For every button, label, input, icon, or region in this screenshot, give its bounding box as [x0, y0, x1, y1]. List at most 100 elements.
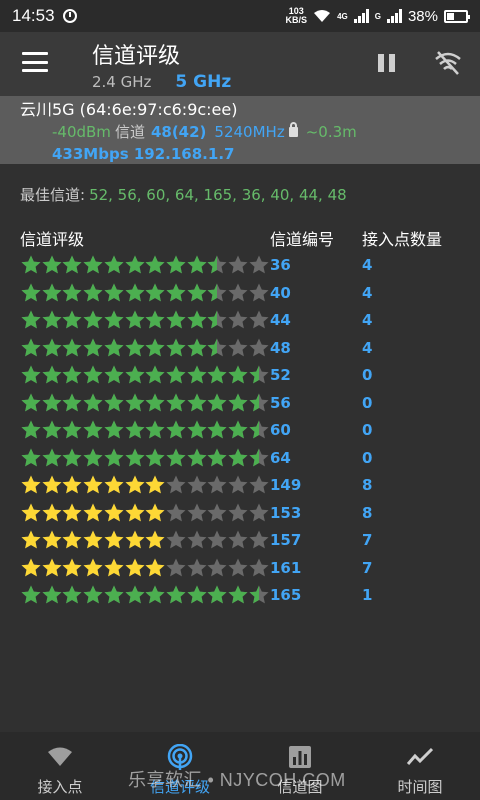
- channel-number: 157: [270, 531, 302, 549]
- star-empty-icon: [228, 310, 248, 329]
- star-full-icon: [21, 255, 41, 274]
- star-full-icon: [166, 420, 186, 439]
- ap-count: 0: [362, 393, 373, 412]
- ap-count: 8: [362, 503, 373, 522]
- star-full-icon: [187, 255, 207, 274]
- page-title: 信道评级: [92, 44, 181, 69]
- star-full-icon: [166, 585, 186, 604]
- star-full-icon: [166, 310, 186, 329]
- header-channel: 信道编号: [270, 230, 335, 249]
- channel-number: 161: [270, 558, 302, 577]
- star-full-icon: [104, 503, 124, 521]
- star-full-icon: [125, 503, 144, 521]
- star-half-icon: [249, 393, 269, 411]
- star-full-icon: [187, 338, 207, 356]
- ap-count: 8: [362, 476, 373, 494]
- star-full-icon: [62, 393, 82, 411]
- star-empty-icon: [187, 558, 207, 576]
- star-empty-icon: [166, 475, 186, 494]
- star-full-icon: [42, 393, 62, 411]
- best-channels-label: 最佳信道:: [20, 186, 86, 204]
- table-row[interactable]: 149 8: [20, 472, 470, 500]
- star-full-icon: [125, 283, 144, 301]
- table-row[interactable]: 64 0: [20, 445, 470, 473]
- star-empty-icon: [166, 503, 186, 521]
- ap-channel-label: 信道: [114, 123, 145, 141]
- star-full-icon: [104, 530, 124, 549]
- star-full-icon: [21, 530, 41, 549]
- star-full-icon: [62, 255, 82, 274]
- ap-count: 4: [362, 283, 373, 302]
- table-row[interactable]: 44 4: [20, 307, 470, 335]
- star-full-icon: [42, 530, 62, 549]
- star-full-icon: [145, 283, 165, 301]
- nav-access-points[interactable]: 接入点: [0, 732, 120, 800]
- channel-number: 44: [270, 311, 291, 329]
- pause-icon[interactable]: [378, 54, 396, 72]
- channel-number: 60: [270, 421, 291, 439]
- star-empty-icon: [249, 475, 269, 494]
- table-row[interactable]: 157 7: [20, 527, 470, 555]
- tab-5ghz[interactable]: 5 GHz: [175, 72, 231, 92]
- star-full-icon: [83, 558, 103, 576]
- star-full-icon: [104, 365, 124, 384]
- ap-speed-ip: 433Mbps 192.168.1.7: [52, 145, 235, 163]
- table-row[interactable]: 161 7: [20, 555, 470, 583]
- channel-number: 48: [270, 338, 291, 357]
- signal-bars-icon: [353, 9, 369, 23]
- star-full-icon: [42, 448, 62, 466]
- star-full-icon: [83, 393, 103, 411]
- status-icons: 103 KB/S 4G G 38%: [286, 7, 470, 25]
- star-full-icon: [125, 255, 144, 274]
- star-half-icon: [207, 338, 227, 356]
- star-full-icon: [125, 338, 144, 356]
- star-full-icon: [187, 393, 207, 411]
- star-full-icon: [62, 530, 82, 549]
- channel-number: 165: [270, 586, 302, 604]
- star-full-icon: [62, 283, 82, 301]
- table-row[interactable]: 60 0: [20, 417, 470, 445]
- star-half-icon: [249, 448, 269, 466]
- star-full-icon: [21, 585, 41, 604]
- channel-number: 56: [270, 393, 291, 412]
- table-row[interactable]: 165 1: [20, 582, 470, 610]
- star-half-icon: [207, 283, 227, 301]
- status-bar: 14:53 103 KB/S 4G G 38%: [0, 0, 480, 32]
- table-row[interactable]: 48 4: [20, 335, 470, 363]
- star-half-icon: [249, 365, 269, 384]
- star-empty-icon: [249, 310, 269, 329]
- star-full-icon: [83, 530, 103, 549]
- table-row[interactable]: 56 0: [20, 390, 470, 418]
- signal-bars-icon-2: [386, 9, 402, 23]
- star-full-icon: [166, 283, 186, 301]
- table-row[interactable]: 52 0: [20, 362, 470, 390]
- star-full-icon: [145, 365, 165, 384]
- star-full-icon: [42, 365, 62, 384]
- ap-count: 7: [362, 531, 373, 549]
- star-full-icon: [125, 530, 144, 549]
- wifi-off-icon[interactable]: [434, 50, 462, 76]
- table-row[interactable]: 40 4: [20, 280, 470, 308]
- tab-2-4ghz[interactable]: 2.4 GHz: [92, 73, 151, 91]
- channel-rating-list: 36 4 40 4 44 4 48 4 52 0 56 0 60 0 64 0 149 8 153 8 157 7 161 7…: [20, 252, 470, 610]
- star-full-icon: [104, 558, 124, 576]
- nav-time-graph[interactable]: 时间图: [360, 732, 480, 800]
- star-full-icon: [166, 255, 186, 274]
- menu-icon[interactable]: [22, 52, 48, 72]
- table-row[interactable]: 153 8: [20, 500, 470, 528]
- star-half-icon: [207, 255, 227, 274]
- star-full-icon: [42, 558, 62, 576]
- star-half-icon: [249, 420, 269, 439]
- star-full-icon: [83, 365, 103, 384]
- connected-ap-card[interactable]: 云川5G (64:6e:97:c6:9c:ee) -40dBm 信道 48(42) 5…: [0, 96, 480, 164]
- star-full-icon: [207, 365, 227, 384]
- star-full-icon: [187, 365, 207, 384]
- channel-number: 36: [270, 256, 291, 274]
- watermark: 乐享软汇 • NJYCOH.COM: [128, 770, 346, 790]
- star-half-icon: [207, 310, 227, 329]
- table-row[interactable]: 36 4: [20, 252, 470, 280]
- header-rating: 信道评级: [20, 230, 85, 249]
- star-empty-icon: [207, 558, 227, 576]
- star-full-icon: [145, 255, 165, 274]
- star-full-icon: [207, 420, 227, 439]
